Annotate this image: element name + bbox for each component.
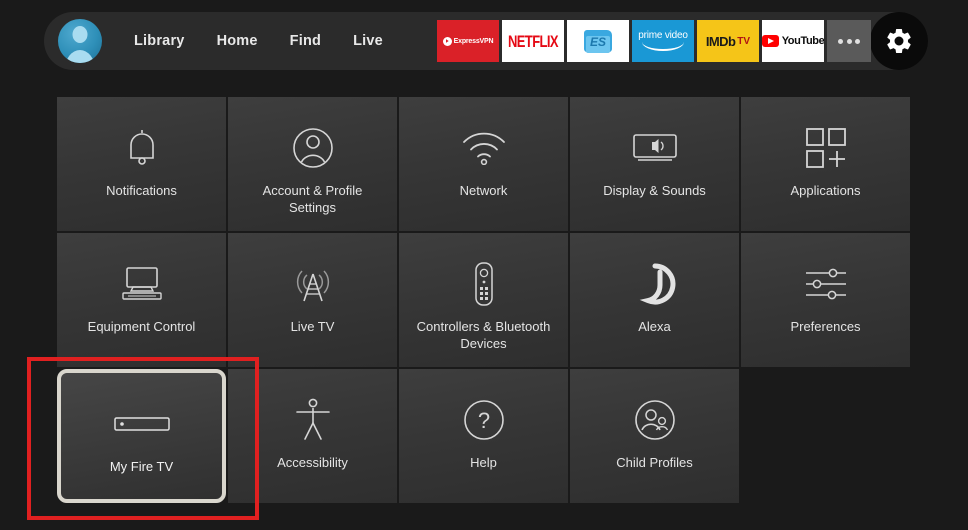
nav-item-home[interactable]: Home xyxy=(217,33,258,49)
tile-label: Notifications xyxy=(106,183,177,198)
prime-smile-icon xyxy=(642,42,684,51)
wifi-icon xyxy=(461,125,507,171)
tile-label: Network xyxy=(459,183,508,198)
expressvpn-app-icon[interactable]: ExpressVPN xyxy=(437,20,499,62)
youtube-play-icon xyxy=(762,35,779,47)
broadcast-tower-icon xyxy=(291,261,335,307)
tile-label: Preferences xyxy=(790,319,861,334)
bell-icon xyxy=(123,125,161,171)
prime-video-app-icon[interactable]: prime video xyxy=(632,20,694,62)
tile-live-tv[interactable]: Live TV xyxy=(228,233,397,367)
expressvpn-label: ExpressVPN xyxy=(453,37,494,45)
expressvpn-mark-icon xyxy=(442,36,452,46)
youtube-app-icon[interactable]: YouTube xyxy=(762,20,824,62)
settings-gear-button[interactable] xyxy=(870,12,928,70)
tile-preferences[interactable]: Preferences xyxy=(741,233,910,367)
tile-row-2: Equipment Control Live TV Controllers & … xyxy=(57,233,910,367)
app-grid-plus-icon xyxy=(805,125,847,171)
tile-label: Applications xyxy=(790,183,861,198)
alexa-ring-icon xyxy=(634,261,676,307)
tv-equipment-icon xyxy=(119,261,165,307)
tile-label: Accessibility xyxy=(277,455,348,470)
tile-network[interactable]: Network xyxy=(399,97,568,231)
tile-my-fire-tv[interactable]: My Fire TV xyxy=(57,369,226,503)
prime-video-logo: prime video xyxy=(638,31,688,51)
more-apps-button[interactable] xyxy=(827,20,871,62)
es-folder-icon: ES xyxy=(584,28,612,54)
tile-label: Equipment Control xyxy=(87,319,196,334)
tile-label: My Fire TV xyxy=(109,459,174,474)
top-navigation-bar: Library Home Find Live ExpressVPN NETFLI… xyxy=(44,12,928,70)
tile-accessibility[interactable]: Accessibility xyxy=(228,369,397,503)
tile-label: Live TV xyxy=(290,319,335,334)
tile-equipment-control[interactable]: Equipment Control xyxy=(57,233,226,367)
settings-tile-grid: Notifications Account & Profile Settings xyxy=(57,97,910,505)
prime-video-label: prime video xyxy=(638,30,688,41)
tile-label: Child Profiles xyxy=(616,455,693,470)
tile-help[interactable]: ? Help xyxy=(399,369,568,503)
tile-child-profiles[interactable]: Child Profiles xyxy=(570,369,739,503)
fire-tv-settings-screen: Library Home Find Live ExpressVPN NETFLI… xyxy=(0,0,968,530)
gear-icon xyxy=(887,28,911,53)
tile-row-1: Notifications Account & Profile Settings xyxy=(57,97,910,231)
tile-controllers-bluetooth-devices[interactable]: Controllers & Bluetooth Devices xyxy=(399,233,568,367)
person-circle-icon xyxy=(292,125,334,171)
child-profiles-icon xyxy=(634,397,676,443)
question-circle-icon: ? xyxy=(463,397,505,443)
tile-label: Display & Sounds xyxy=(603,183,706,198)
nav-item-live[interactable]: Live xyxy=(353,33,383,49)
tile-label: Account & Profile Settings xyxy=(262,183,363,215)
avatar-body xyxy=(65,50,95,63)
accessibility-person-icon xyxy=(294,397,332,443)
fire-tv-stick-icon xyxy=(113,401,171,447)
tile-label: Help xyxy=(470,455,497,470)
youtube-logo: YouTube xyxy=(762,35,824,47)
netflix-label: NETFLIX xyxy=(508,31,559,51)
tv-speaker-icon xyxy=(632,125,678,171)
avatar-head xyxy=(72,26,88,43)
tile-applications[interactable]: Applications xyxy=(741,97,910,231)
netflix-app-icon[interactable]: NETFLIX xyxy=(502,20,564,62)
imdb-label: IMDb xyxy=(705,33,736,49)
tile-display-sounds[interactable]: Display & Sounds xyxy=(570,97,739,231)
remote-control-icon xyxy=(472,261,496,307)
tile-label: Controllers & Bluetooth Devices xyxy=(416,319,551,351)
tile-alexa[interactable]: Alexa xyxy=(570,233,739,367)
user-avatar[interactable] xyxy=(58,19,102,63)
nav-item-library[interactable]: Library xyxy=(134,33,185,49)
imdb-tv-suffix: TV xyxy=(737,35,751,47)
tile-notifications[interactable]: Notifications xyxy=(57,97,226,231)
imdb-tv-logo: IMDb TV xyxy=(706,34,750,49)
ellipsis-icon xyxy=(838,38,860,44)
imdb-tv-app-icon[interactable]: IMDb TV xyxy=(697,20,759,62)
nav-item-find[interactable]: Find xyxy=(290,33,321,49)
es-letter: ES xyxy=(589,35,606,49)
youtube-label: YouTube xyxy=(781,35,824,47)
tile-label: Alexa xyxy=(638,319,671,334)
nav-links: Library Home Find Live xyxy=(134,33,383,49)
svg-text:?: ? xyxy=(477,408,489,433)
es-file-explorer-app-icon[interactable]: ES xyxy=(567,20,629,62)
tile-account-profile-settings[interactable]: Account & Profile Settings xyxy=(228,97,397,231)
tile-row-3: My Fire TV Accessibility ? Help Child Pr… xyxy=(57,369,910,503)
sliders-icon xyxy=(803,261,849,307)
expressvpn-logo: ExpressVPN xyxy=(442,36,494,46)
app-shortcut-row: ExpressVPN NETFLIX ES prime video IMDb T… xyxy=(437,12,928,70)
